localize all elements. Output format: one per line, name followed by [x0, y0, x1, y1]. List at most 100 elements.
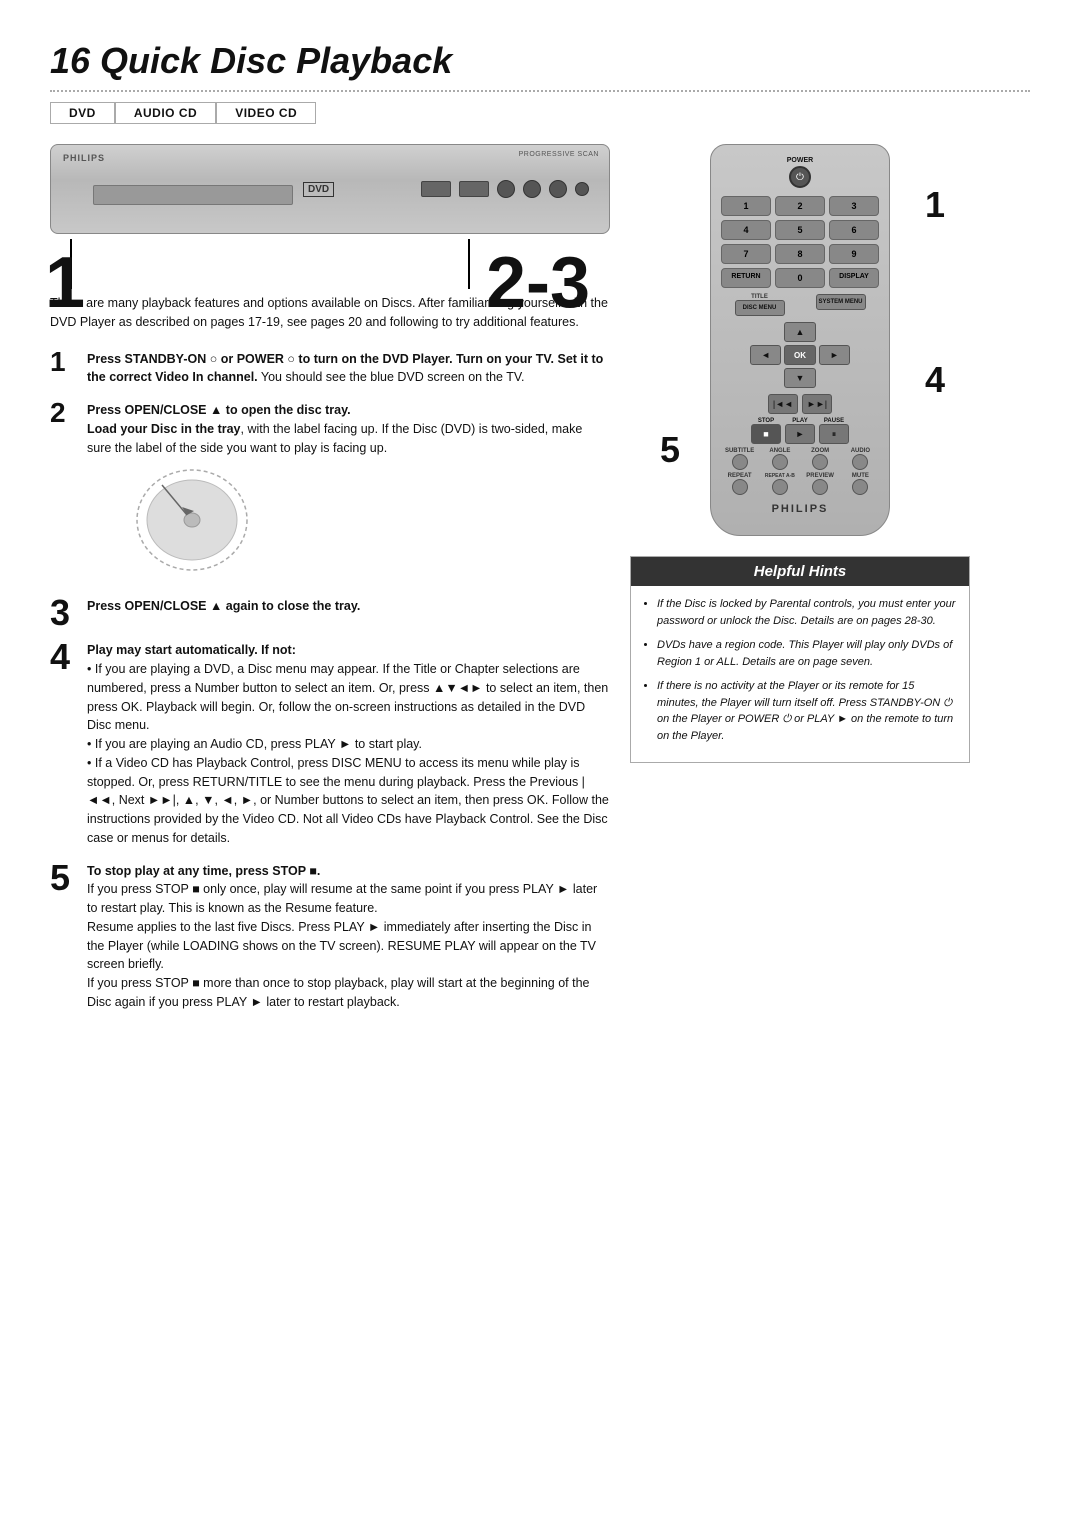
- nav-empty-br: [819, 368, 850, 388]
- audio-item: AUDIO: [842, 448, 879, 470]
- step-1-content: Press STANDBY-ON ○ or POWER ○ to turn on…: [87, 350, 610, 388]
- tabs-row: DVD AUDIO CD VIDEO CD: [50, 102, 1030, 124]
- right-column: 1 4 5 POWER ⏻ 1 2 3 4 5: [630, 144, 970, 1026]
- step-5-body: If you press STOP ■ only once, play will…: [87, 882, 597, 1009]
- power-button[interactable]: ⏻: [789, 166, 811, 188]
- step-2-heading: Press OPEN/CLOSE ▲ to open the disc tray…: [87, 403, 351, 417]
- disc-title-btn: TITLE DISC MENU: [721, 294, 798, 316]
- step-5: 5 To stop play at any time, press STOP ■…: [50, 862, 610, 1012]
- system-menu-btn: SYSTEM MENU: [802, 294, 879, 316]
- step-2-content: Press OPEN/CLOSE ▲ to open the disc tray…: [87, 401, 610, 583]
- btn-6[interactable]: 6: [829, 220, 879, 240]
- tab-dvd[interactable]: DVD: [50, 102, 115, 124]
- prev-next-row: |◄◄ ►►|: [721, 394, 879, 414]
- nav-down[interactable]: ▼: [784, 368, 815, 388]
- progressive-scan-badge: PROGRESSIVE SCAN: [519, 151, 599, 158]
- btn-0[interactable]: 0: [775, 268, 825, 288]
- main-layout: PHILIPS DVD PROGRESSIVE SCAN 1: [50, 144, 1030, 1026]
- remote-step5-marker: 5: [660, 429, 680, 471]
- step-5-number: 5: [50, 860, 75, 896]
- hint-2: DVDs have a region code. This Player wil…: [657, 637, 957, 670]
- step-1: 1 Press STANDBY-ON ○ or POWER ○ to turn …: [50, 350, 610, 388]
- btn-8[interactable]: 8: [775, 244, 825, 264]
- subtitle-row: SUBTITLE ANGLE ZOOM AUDIO: [721, 448, 879, 470]
- audio-button[interactable]: [852, 454, 868, 470]
- page-title: 16 Quick Disc Playback: [50, 40, 1030, 82]
- nav-ok[interactable]: OK: [784, 345, 815, 365]
- btn-return[interactable]: RETURN: [721, 268, 771, 288]
- repeat-ab-item: REPEAT A-B: [761, 473, 798, 495]
- divider: [50, 90, 1030, 92]
- preview-item: PREVIEW: [802, 473, 839, 495]
- btn-prev[interactable]: |◄◄: [768, 394, 798, 414]
- step1-marker: 1: [45, 242, 85, 324]
- step-1-number: 1: [50, 348, 75, 376]
- player-brand-label: PHILIPS: [63, 153, 105, 163]
- dvd-player-illustration: PHILIPS DVD PROGRESSIVE SCAN: [50, 144, 610, 234]
- player-button-2[interactable]: [523, 180, 541, 198]
- btn-2[interactable]: 2: [775, 196, 825, 216]
- step-3: 3 Press OPEN/CLOSE ▲ again to close the …: [50, 597, 610, 631]
- step-5-heading: To stop play at any time, press STOP ■.: [87, 864, 320, 878]
- player-button-1[interactable]: [497, 180, 515, 198]
- tab-video-cd[interactable]: VIDEO CD: [216, 102, 316, 124]
- player-button-3[interactable]: [549, 180, 567, 198]
- btn-5[interactable]: 5: [775, 220, 825, 240]
- stop-button[interactable]: ■: [751, 424, 781, 444]
- player-row: PHILIPS DVD PROGRESSIVE SCAN 1: [50, 144, 610, 234]
- repeat-row: REPEAT REPEAT A-B PREVIEW MUTE: [721, 473, 879, 495]
- nav-empty-bl: [750, 368, 781, 388]
- repeat-ab-button[interactable]: [772, 479, 788, 495]
- angle-button[interactable]: [772, 454, 788, 470]
- btn-1[interactable]: 1: [721, 196, 771, 216]
- remote-control: POWER ⏻ 1 2 3 4 5 6 7 8 9 RETURN 0: [710, 144, 890, 536]
- remote-step4-marker: 4: [925, 359, 945, 401]
- disc-illustration: [127, 465, 257, 575]
- helpful-hints-box: Helpful Hints If the Disc is locked by P…: [630, 556, 970, 763]
- power-section: POWER ⏻: [787, 157, 813, 188]
- mute-item: MUTE: [842, 473, 879, 495]
- nav-up[interactable]: ▲: [784, 322, 815, 342]
- btn-7[interactable]: 7: [721, 244, 771, 264]
- step-4-content: Play may start automatically. If not: • …: [87, 641, 610, 847]
- hints-header: Helpful Hints: [631, 557, 969, 586]
- step-4-number: 4: [50, 639, 75, 675]
- tab-audio-cd[interactable]: AUDIO CD: [115, 102, 216, 124]
- step-3-content: Press OPEN/CLOSE ▲ again to close the tr…: [87, 597, 610, 616]
- hint-3: If there is no activity at the Player or…: [657, 678, 957, 744]
- remote-step1-marker: 1: [925, 184, 945, 226]
- power-row: POWER ⏻: [721, 157, 879, 188]
- btn-display[interactable]: DISPLAY: [829, 268, 879, 288]
- subtitle-button[interactable]: [732, 454, 748, 470]
- remote-wrapper: 1 4 5 POWER ⏻ 1 2 3 4 5: [700, 144, 900, 536]
- nav-right[interactable]: ►: [819, 345, 850, 365]
- subtitle-item: SUBTITLE: [721, 448, 758, 470]
- play-button[interactable]: ►: [785, 424, 815, 444]
- system-menu-button[interactable]: SYSTEM MENU: [816, 294, 866, 310]
- menu-row: TITLE DISC MENU SYSTEM MENU: [721, 294, 879, 316]
- hints-body: If the Disc is locked by Parental contro…: [631, 586, 969, 762]
- player-eject-btn[interactable]: [575, 182, 589, 196]
- mute-button[interactable]: [852, 479, 868, 495]
- step-4-heading: Play may start automatically. If not:: [87, 643, 296, 657]
- repeat-button[interactable]: [732, 479, 748, 495]
- step-3-number: 3: [50, 595, 75, 631]
- btn-3[interactable]: 3: [829, 196, 879, 216]
- disc-menu-button[interactable]: DISC MENU: [735, 300, 785, 316]
- btn-4[interactable]: 4: [721, 220, 771, 240]
- step-5-content: To stop play at any time, press STOP ■. …: [87, 862, 610, 1012]
- nav-left[interactable]: ◄: [750, 345, 781, 365]
- zoom-button[interactable]: [812, 454, 828, 470]
- btn-next[interactable]: ►►|: [802, 394, 832, 414]
- remote-brand: PHILIPS: [721, 503, 879, 515]
- preview-button[interactable]: [812, 479, 828, 495]
- stop-play-row: STOP ■ PLAY ► PAUSE ⏸: [721, 418, 879, 444]
- repeat-item: REPEAT: [721, 473, 758, 495]
- step23-marker: 2-3: [486, 242, 590, 324]
- step-4: 4 Play may start automatically. If not: …: [50, 641, 610, 847]
- left-column: PHILIPS DVD PROGRESSIVE SCAN 1: [50, 144, 610, 1026]
- btn-9[interactable]: 9: [829, 244, 879, 264]
- power-label: POWER: [787, 157, 813, 164]
- pause-button[interactable]: ⏸: [819, 424, 849, 444]
- nav-empty-tr: [819, 322, 850, 342]
